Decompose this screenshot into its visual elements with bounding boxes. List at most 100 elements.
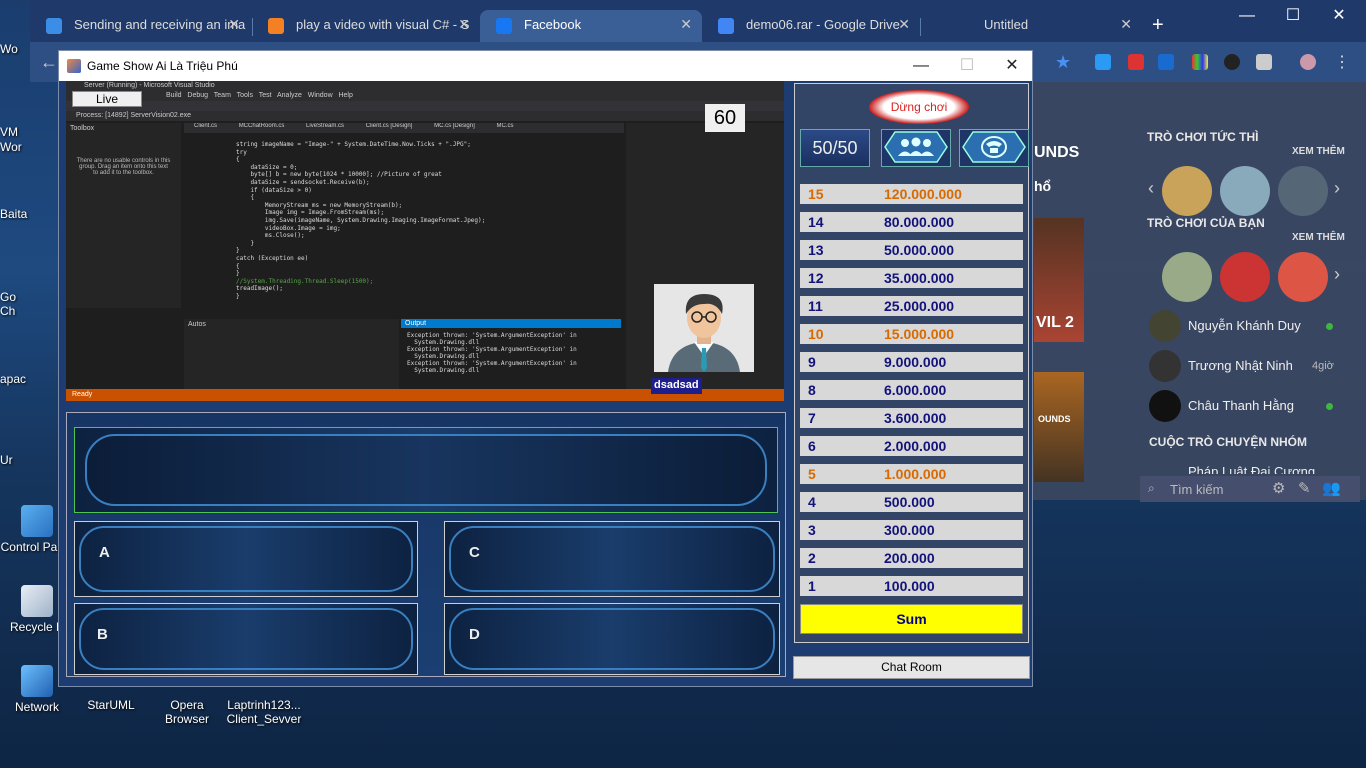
browser-tab[interactable]: play a video with visual C# - S ✕ <box>252 10 480 42</box>
extension-icon[interactable] <box>1192 54 1208 70</box>
chrome-menu-icon[interactable]: ⋮ <box>1334 52 1350 72</box>
vs-menu-item[interactable]: Test <box>259 92 272 99</box>
contact-name[interactable]: Nguyễn Khánh Duy <box>1188 318 1301 333</box>
fifty-fifty-lifeline[interactable]: 50/50 <box>800 129 870 167</box>
close-button[interactable]: ✕ <box>992 55 1032 77</box>
chat-search-placeholder: Tìm kiếm <box>1170 482 1224 497</box>
search-icon: ⌕ <box>1148 481 1155 495</box>
doc-tab[interactable]: MC.cs [Design] <box>424 123 485 129</box>
close-window-button[interactable]: ✕ <box>1316 0 1362 32</box>
live-button[interactable]: Live <box>72 91 142 107</box>
phone-icon <box>962 131 1026 163</box>
see-more-link[interactable]: XEM THÊM <box>1292 146 1345 157</box>
code-editor[interactable]: string imageName = "Image-" + System.Dat… <box>196 141 626 316</box>
toolbox-title: Toolbox <box>70 125 95 132</box>
desktop-edge-label[interactable]: apac <box>0 372 30 386</box>
close-tab-icon[interactable]: ✕ <box>898 16 910 33</box>
maximize-window-button[interactable]: ☐ <box>1270 0 1316 32</box>
maximize-button[interactable]: ☐ <box>947 55 987 77</box>
desktop-edge-label[interactable]: VM <box>0 125 30 139</box>
vs-menu-item[interactable]: Window <box>308 92 333 99</box>
close-tab-icon[interactable]: ✕ <box>228 16 240 33</box>
contact-avatar[interactable] <box>1149 310 1181 342</box>
contact-name[interactable]: Châu Thanh Hằng <box>1188 398 1294 413</box>
extension-icon[interactable] <box>1128 54 1144 70</box>
minimize-button[interactable]: — <box>901 55 941 77</box>
stop-playing-button[interactable]: Dừng chơi <box>869 90 969 124</box>
vs-menu-item[interactable]: Build <box>166 92 182 99</box>
doc-tab[interactable]: Client.cs <box>184 123 227 129</box>
vs-menu-item[interactable]: Debug <box>187 92 208 99</box>
friends-games-heading: TRÒ CHƠI CỦA BẠN <box>1147 216 1265 230</box>
chevron-right-icon[interactable]: › <box>1334 264 1340 285</box>
extension-icon[interactable] <box>1224 54 1240 70</box>
prize-row: 15 120.000.000 <box>800 184 1023 204</box>
extension-icon[interactable] <box>1095 54 1111 70</box>
chevron-right-icon[interactable]: › <box>1334 178 1340 199</box>
extension-icon[interactable] <box>1256 54 1272 70</box>
opera-desktop-icon[interactable]: Opera Browser <box>150 698 224 726</box>
chat-room-button[interactable]: Chat Room <box>793 656 1030 679</box>
contact-avatar[interactable] <box>1149 390 1181 422</box>
prize-level: 4 <box>808 494 816 510</box>
new-message-icon[interactable]: ✎ <box>1298 479 1311 497</box>
sum-button[interactable]: Sum <box>800 604 1023 634</box>
phone-friend-lifeline[interactable] <box>959 129 1029 167</box>
browser-tab[interactable]: Sending and receiving an ima ✕ <box>30 10 250 42</box>
doc-tab[interactable]: Client.cs [Design] <box>356 123 423 129</box>
browser-tab[interactable]: demo06.rar - Google Drive ✕ <box>702 10 920 42</box>
group-chat-item[interactable]: Pháp Luật Đại Cương <box>1188 464 1315 474</box>
vs-menu-item[interactable]: Team <box>214 92 231 99</box>
answer-a-button[interactable]: A <box>74 521 418 597</box>
game-avatar[interactable] <box>1162 252 1212 302</box>
prize-amount: 80.000.000 <box>884 214 955 230</box>
doc-tab[interactable]: MC.cs <box>486 123 523 129</box>
extension-icon[interactable] <box>1158 54 1174 70</box>
answer-b-label: B <box>97 626 108 643</box>
game-avatar[interactable] <box>1278 252 1328 302</box>
back-icon[interactable]: ← <box>40 52 58 73</box>
client-server-desktop-icon[interactable]: Laptrinh123... Client_Sevver <box>222 698 306 726</box>
browser-tab-active[interactable]: Facebook ✕ <box>480 10 702 42</box>
contact-avatar[interactable] <box>1149 350 1181 382</box>
desktop-edge-label[interactable]: Wo <box>0 42 30 56</box>
doc-tab[interactable]: MCChatRoom.cs <box>229 123 295 129</box>
vs-menu-item[interactable]: Help <box>338 92 352 99</box>
see-more-link[interactable]: XEM THÊM <box>1292 232 1345 243</box>
answer-b-button[interactable]: B <box>74 603 418 675</box>
answer-d-button[interactable]: D <box>444 603 780 675</box>
desktop-edge-label[interactable]: Ur <box>0 453 30 467</box>
vs-menu-item[interactable]: Analyze <box>277 92 302 99</box>
desktop-edge-label[interactable]: Ch <box>0 304 30 318</box>
prize-row: 8 6.000.000 <box>800 380 1023 400</box>
game-thumbnail[interactable] <box>1034 372 1084 482</box>
close-tab-icon[interactable]: ✕ <box>458 16 470 33</box>
doc-tab[interactable]: LiveStream.cs <box>296 123 354 129</box>
bookmark-star-icon[interactable]: ★ <box>1055 52 1071 73</box>
close-tab-icon[interactable]: ✕ <box>680 16 692 33</box>
chat-search-box[interactable]: ⌕ Tìm kiếm ⚙ ✎ 👥 <box>1140 476 1360 502</box>
desktop-edge-label[interactable]: Go <box>0 290 30 304</box>
browser-tab[interactable]: Untitled ✕ <box>922 10 1142 42</box>
ask-audience-lifeline[interactable] <box>881 129 951 167</box>
new-tab-button[interactable]: + <box>1152 14 1164 37</box>
code-line: if (dataSize > 0) <box>236 186 312 194</box>
game-avatar[interactable] <box>1220 166 1270 216</box>
prize-level: 2 <box>808 550 816 566</box>
code-line: ms.Close(); <box>236 232 305 240</box>
minimize-window-button[interactable]: — <box>1224 0 1270 32</box>
game-avatar[interactable] <box>1278 166 1328 216</box>
contact-name[interactable]: Trương Nhật Ninh <box>1188 358 1293 373</box>
game-avatar[interactable] <box>1162 166 1212 216</box>
create-group-icon[interactable]: 👥 <box>1322 479 1341 497</box>
gear-icon[interactable]: ⚙ <box>1272 479 1285 497</box>
profile-avatar[interactable] <box>1300 54 1316 70</box>
close-tab-icon[interactable]: ✕ <box>1120 16 1132 33</box>
desktop-edge-label[interactable]: Baita <box>0 207 30 221</box>
staruml-desktop-icon[interactable]: StarUML <box>74 698 148 712</box>
chevron-left-icon[interactable]: ‹ <box>1148 178 1154 199</box>
desktop-edge-label[interactable]: Wor <box>0 140 30 154</box>
game-avatar[interactable] <box>1220 252 1270 302</box>
answer-c-button[interactable]: C <box>444 521 780 597</box>
vs-menu-item[interactable]: Tools <box>237 92 253 99</box>
